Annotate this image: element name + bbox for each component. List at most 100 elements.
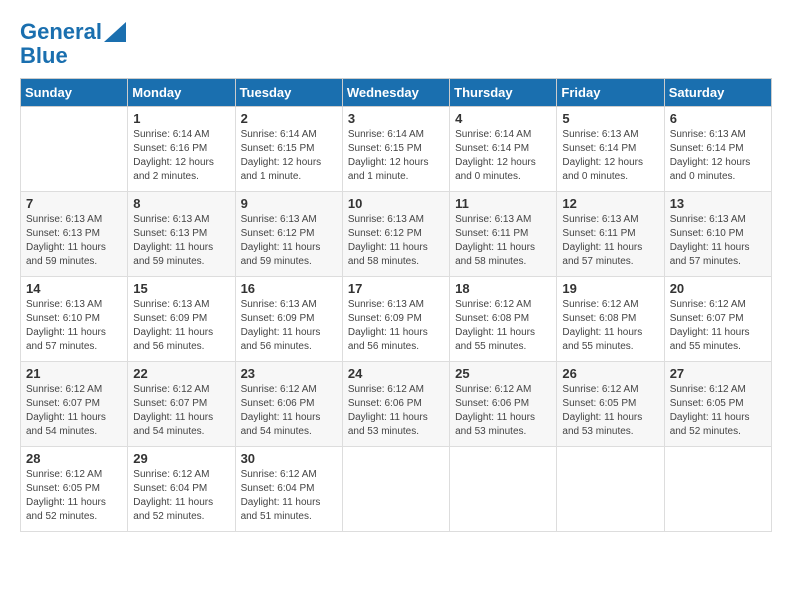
calendar-cell: 20 Sunrise: 6:12 AM Sunset: 6:07 PM Dayli… (664, 277, 771, 362)
day-number: 16 (241, 281, 337, 296)
calendar-cell: 25 Sunrise: 6:12 AM Sunset: 6:06 PM Dayli… (450, 362, 557, 447)
day-header-saturday: Saturday (664, 79, 771, 107)
calendar-table: SundayMondayTuesdayWednesdayThursdayFrid… (20, 78, 772, 532)
calendar-cell: 15 Sunrise: 6:13 AM Sunset: 6:09 PM Dayli… (128, 277, 235, 362)
day-number: 2 (241, 111, 337, 126)
day-info: Sunrise: 6:13 AM Sunset: 6:14 PM Dayligh… (670, 128, 766, 184)
calendar-cell: 9 Sunrise: 6:13 AM Sunset: 6:12 PM Daylig… (235, 192, 342, 277)
day-header-sunday: Sunday (21, 79, 128, 107)
calendar-cell: 4Sunrise: 6:14 AM Sunset: 6:14 PM Daylig… (450, 107, 557, 192)
calendar-cell: 30Sunrise: 6:12 AM Sunset: 6:04 PM Dayli… (235, 447, 342, 532)
day-info: Sunrise: 6:12 AM Sunset: 6:04 PM Dayligh… (241, 468, 337, 524)
calendar-cell: 18 Sunrise: 6:12 AM Sunset: 6:08 PM Dayli… (450, 277, 557, 362)
day-info: Sunrise: 6:12 AM Sunset: 6:07 PM Dayligh… (670, 298, 766, 354)
day-info: Sunrise: 6:13 AM Sunset: 6:11 PM Dayligh… (562, 213, 658, 269)
calendar-cell: 6 Sunrise: 6:13 AM Sunset: 6:14 PM Daylig… (664, 107, 771, 192)
day-number: 5 (562, 111, 658, 126)
day-number: 22 (133, 366, 229, 381)
calendar-cell: 3 Sunrise: 6:14 AM Sunset: 6:15 PM Daylig… (342, 107, 449, 192)
day-number: 17 (348, 281, 444, 296)
day-info: Sunrise: 6:13 AM Sunset: 6:12 PM Dayligh… (241, 213, 337, 269)
day-info: Sunrise: 6:13 AM Sunset: 6:09 PM Dayligh… (241, 298, 337, 354)
day-number: 26 (562, 366, 658, 381)
calendar-cell: 10 Sunrise: 6:13 AM Sunset: 6:12 PM Dayli… (342, 192, 449, 277)
day-info: Sunrise: 6:14 AM Sunset: 6:15 PM Dayligh… (241, 128, 337, 184)
day-number: 21 (26, 366, 122, 381)
calendar-cell: 29 Sunrise: 6:12 AM Sunset: 6:04 PM Dayli… (128, 447, 235, 532)
day-number: 9 (241, 196, 337, 211)
calendar-cell (450, 447, 557, 532)
calendar-cell: 22 Sunrise: 6:12 AM Sunset: 6:07 PM Dayli… (128, 362, 235, 447)
calendar-cell (21, 107, 128, 192)
calendar-cell: 21 Sunrise: 6:12 AM Sunset: 6:07 PM Dayli… (21, 362, 128, 447)
calendar-cell: 5 Sunrise: 6:13 AM Sunset: 6:14 PM Daylig… (557, 107, 664, 192)
calendar-cell: 27 Sunrise: 6:12 AM Sunset: 6:05 PM Dayli… (664, 362, 771, 447)
day-number: 3 (348, 111, 444, 126)
day-info: Sunrise: 6:12 AM Sunset: 6:06 PM Dayligh… (455, 383, 551, 439)
calendar-cell: 23Sunrise: 6:12 AM Sunset: 6:06 PM Dayli… (235, 362, 342, 447)
calendar-cell: 17Sunrise: 6:13 AM Sunset: 6:09 PM Dayli… (342, 277, 449, 362)
day-info: Sunrise: 6:12 AM Sunset: 6:05 PM Dayligh… (562, 383, 658, 439)
day-number: 10 (348, 196, 444, 211)
calendar-cell: 26 Sunrise: 6:12 AM Sunset: 6:05 PM Dayli… (557, 362, 664, 447)
day-info: Sunrise: 6:13 AM Sunset: 6:10 PM Dayligh… (670, 213, 766, 269)
day-number: 7 (26, 196, 122, 211)
calendar-cell: 16 Sunrise: 6:13 AM Sunset: 6:09 PM Dayli… (235, 277, 342, 362)
calendar-cell: 1 Sunrise: 6:14 AM Sunset: 6:16 PM Daylig… (128, 107, 235, 192)
logo-line2: Blue (20, 44, 68, 68)
calendar-cell: 8 Sunrise: 6:13 AM Sunset: 6:13 PM Daylig… (128, 192, 235, 277)
day-header-tuesday: Tuesday (235, 79, 342, 107)
day-info: Sunrise: 6:14 AM Sunset: 6:14 PM Dayligh… (455, 128, 551, 184)
calendar-cell (664, 447, 771, 532)
calendar-cell: 12 Sunrise: 6:13 AM Sunset: 6:11 PM Dayli… (557, 192, 664, 277)
calendar-cell: 19 Sunrise: 6:12 AM Sunset: 6:08 PM Dayli… (557, 277, 664, 362)
day-info: Sunrise: 6:12 AM Sunset: 6:07 PM Dayligh… (26, 383, 122, 439)
day-number: 20 (670, 281, 766, 296)
day-info: Sunrise: 6:12 AM Sunset: 6:05 PM Dayligh… (26, 468, 122, 524)
day-info: Sunrise: 6:12 AM Sunset: 6:07 PM Dayligh… (133, 383, 229, 439)
calendar-cell: 28 Sunrise: 6:12 AM Sunset: 6:05 PM Dayli… (21, 447, 128, 532)
calendar-cell: 13 Sunrise: 6:13 AM Sunset: 6:10 PM Dayli… (664, 192, 771, 277)
day-info: Sunrise: 6:12 AM Sunset: 6:05 PM Dayligh… (670, 383, 766, 439)
day-info: Sunrise: 6:14 AM Sunset: 6:16 PM Dayligh… (133, 128, 229, 184)
day-number: 24 (348, 366, 444, 381)
calendar-cell: 14Sunrise: 6:13 AM Sunset: 6:10 PM Dayli… (21, 277, 128, 362)
day-number: 29 (133, 451, 229, 466)
day-number: 11 (455, 196, 551, 211)
day-number: 19 (562, 281, 658, 296)
calendar-cell: 2 Sunrise: 6:14 AM Sunset: 6:15 PM Daylig… (235, 107, 342, 192)
day-info: Sunrise: 6:12 AM Sunset: 6:06 PM Dayligh… (241, 383, 337, 439)
day-info: Sunrise: 6:12 AM Sunset: 6:08 PM Dayligh… (455, 298, 551, 354)
calendar-cell: 11Sunrise: 6:13 AM Sunset: 6:11 PM Dayli… (450, 192, 557, 277)
calendar-cell (342, 447, 449, 532)
day-number: 13 (670, 196, 766, 211)
day-header-wednesday: Wednesday (342, 79, 449, 107)
day-number: 12 (562, 196, 658, 211)
logo-line1: General (20, 20, 102, 44)
day-header-friday: Friday (557, 79, 664, 107)
day-info: Sunrise: 6:13 AM Sunset: 6:13 PM Dayligh… (133, 213, 229, 269)
day-info: Sunrise: 6:13 AM Sunset: 6:10 PM Dayligh… (26, 298, 122, 354)
day-info: Sunrise: 6:14 AM Sunset: 6:15 PM Dayligh… (348, 128, 444, 184)
day-info: Sunrise: 6:12 AM Sunset: 6:04 PM Dayligh… (133, 468, 229, 524)
logo: General Blue (20, 20, 126, 68)
day-number: 6 (670, 111, 766, 126)
day-info: Sunrise: 6:12 AM Sunset: 6:06 PM Dayligh… (348, 383, 444, 439)
day-number: 8 (133, 196, 229, 211)
day-info: Sunrise: 6:13 AM Sunset: 6:09 PM Dayligh… (133, 298, 229, 354)
day-number: 15 (133, 281, 229, 296)
page-header: General Blue (20, 20, 772, 68)
day-info: Sunrise: 6:13 AM Sunset: 6:13 PM Dayligh… (26, 213, 122, 269)
day-number: 1 (133, 111, 229, 126)
day-header-monday: Monday (128, 79, 235, 107)
day-number: 25 (455, 366, 551, 381)
calendar-cell (557, 447, 664, 532)
day-number: 27 (670, 366, 766, 381)
day-info: Sunrise: 6:13 AM Sunset: 6:14 PM Dayligh… (562, 128, 658, 184)
day-info: Sunrise: 6:13 AM Sunset: 6:12 PM Dayligh… (348, 213, 444, 269)
day-info: Sunrise: 6:12 AM Sunset: 6:08 PM Dayligh… (562, 298, 658, 354)
day-header-thursday: Thursday (450, 79, 557, 107)
day-number: 28 (26, 451, 122, 466)
day-number: 18 (455, 281, 551, 296)
calendar-cell: 7 Sunrise: 6:13 AM Sunset: 6:13 PM Daylig… (21, 192, 128, 277)
